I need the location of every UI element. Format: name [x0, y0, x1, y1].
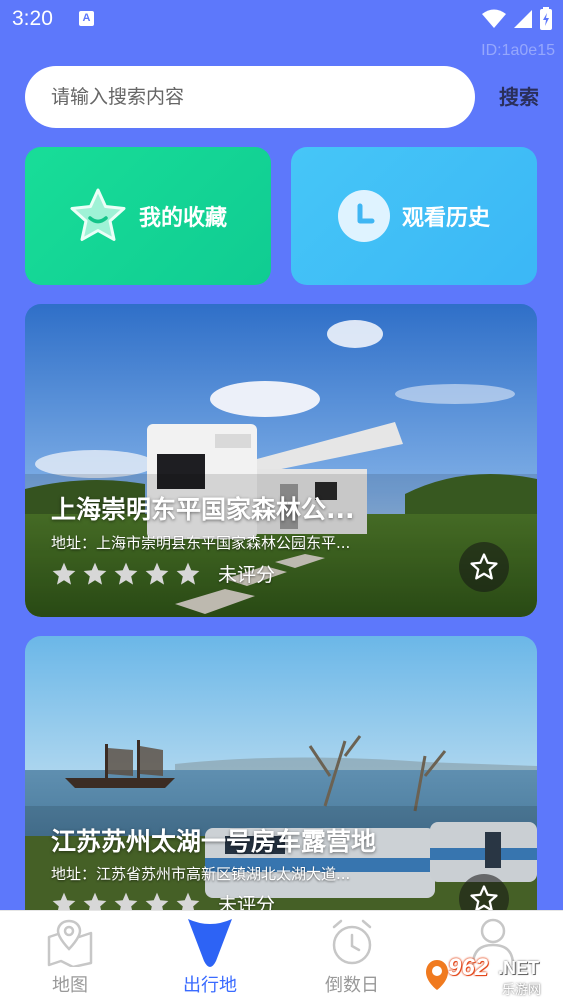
campsite-address: 地址：江苏省苏州市高新区镇湖北太湖大道... [51, 865, 351, 883]
history-label: 观看历史 [401, 206, 490, 231]
status-icons [481, 7, 553, 31]
battery-icon [540, 7, 552, 30]
device-id: ID:1a0e15 [481, 42, 555, 59]
location-pin-icon [188, 919, 232, 967]
notification-icon: A [79, 11, 94, 26]
watermark-icon [426, 960, 448, 990]
star-icon [52, 562, 76, 585]
watermark-sub: 乐游网 [502, 983, 542, 998]
watermark-logo: 962 .NET 乐游网 [424, 954, 558, 998]
tab-label: 出行地 [183, 975, 237, 996]
wifi-icon [482, 9, 506, 28]
signal-icon [514, 10, 532, 28]
rating-text: 未评分 [218, 564, 276, 586]
status-bar: 3:20 A [0, 0, 563, 42]
star-icon [145, 562, 169, 585]
tab-destinations[interactable]: 出行地 [140, 911, 280, 1002]
star-icon [70, 188, 126, 241]
favorites-label: 我的收藏 [138, 206, 227, 231]
history-card[interactable]: 观看历史 [291, 147, 537, 285]
star-outline-icon [470, 553, 498, 580]
favorites-card[interactable]: 我的收藏 [25, 147, 271, 285]
star-icon [114, 562, 138, 585]
watermark-number: 962 [448, 954, 489, 981]
status-time: 3:20 [12, 7, 53, 30]
alarm-clock-icon [332, 919, 372, 965]
map-icon [47, 919, 93, 967]
clock-icon [337, 190, 390, 242]
tab-countdown[interactable]: 倒数日 [282, 911, 422, 1002]
search-input[interactable] [25, 66, 475, 128]
campsite-card[interactable]: 上海崇明东平国家森林公... 地址：上海市崇明县东平国家森林公园东平... 未评… [25, 304, 537, 617]
star-icon [176, 562, 200, 585]
search-box [25, 66, 475, 128]
rating: 未评分 [51, 560, 275, 587]
tab-label: 地图 [52, 975, 88, 996]
star-icon [83, 562, 107, 585]
favorite-button[interactable] [459, 542, 509, 592]
campsite-title: 江苏苏州太湖一号房车露营地 [51, 827, 377, 856]
campsite-title: 上海崇明东平国家森林公... [51, 495, 355, 524]
watermark-suffix: .NET [498, 958, 540, 978]
campsite-address: 地址：上海市崇明县东平国家森林公园东平... [51, 534, 351, 552]
tab-map[interactable]: 地图 [0, 911, 140, 1002]
search-button[interactable]: 搜索 [489, 80, 549, 114]
tab-label: 倒数日 [325, 975, 379, 996]
campsite-card[interactable]: 江苏苏州太湖一号房车露营地 地址：江苏省苏州市高新区镇湖北太湖大道... 未评分 [25, 636, 537, 936]
